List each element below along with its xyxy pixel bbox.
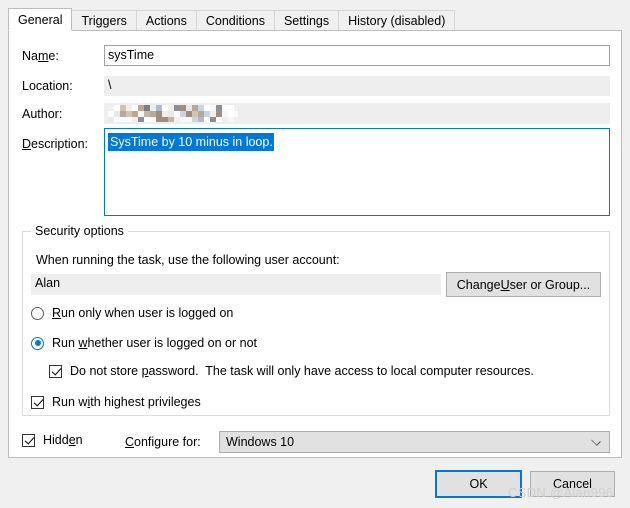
description-selected-text: SysTime by 10 minus in loop. [108,133,274,151]
general-tab-panel: Name: sysTime Location: \ Author: Descri… [8,30,622,458]
name-input-value: sysTime [108,48,155,62]
name-input[interactable]: sysTime [104,45,610,66]
account-prompt: When running the task, use the following… [36,253,340,267]
chevron-down-icon [591,436,601,446]
tab-conditions[interactable]: Conditions [195,10,275,31]
security-options-title: Security options [31,224,128,238]
tab-actions-label: Actions [145,14,187,28]
change-user-or-group-button[interactable]: Change User or Group... [446,272,601,297]
configure-for-value: Windows 10 [226,435,295,449]
location-label-text: Location: [22,79,73,93]
tab-actions[interactable]: Actions [135,10,197,31]
radio-indicator-logged-on [31,306,44,320]
tab-settings[interactable]: Settings [273,10,340,31]
tab-history-label: History (disabled) [348,14,446,28]
tab-strip: General Triggers Actions Conditions Sett… [0,8,630,31]
radio-indicator-whether-logged-on [31,336,44,350]
name-label: Name: [22,49,59,63]
author-label-text: Author: [22,107,63,121]
tab-triggers[interactable]: Triggers [71,10,137,31]
tab-conditions-label: Conditions [205,14,265,28]
tab-general-label: General [18,13,63,27]
checkbox-do-not-store-password[interactable]: Do not store password. The task will onl… [49,364,534,378]
checkbox-indicator-highest-privileges [31,395,44,409]
task-properties-dialog: General Triggers Actions Conditions Sett… [0,0,630,508]
tab-settings-label: Settings [283,14,330,28]
tab-triggers-label: Triggers [81,14,127,28]
checkbox-label-no-password: Do not store password. The task will onl… [70,364,534,378]
radio-label-logged-on: Run only when user is logged on [52,306,234,320]
location-label: Location: [22,79,73,93]
ok-button-label: OK [469,477,488,491]
tab-general[interactable]: General [8,8,73,31]
description-label: Description: [22,137,89,151]
checkbox-label-highest-privileges: Run with highest privileges [52,395,201,409]
radio-label-whether-logged-on: Run whether user is logged on or not [52,336,257,350]
cancel-button[interactable]: Cancel [530,471,615,497]
configure-for-dropdown[interactable]: Windows 10 [219,431,610,453]
radio-run-only-logged-on[interactable]: Run only when user is logged on [31,306,233,320]
radio-run-whether-logged-on[interactable]: Run whether user is logged on or not [31,336,257,350]
description-textarea[interactable]: SysTime by 10 minus in loop. [104,128,610,216]
checkbox-hidden[interactable]: Hidden [22,433,83,447]
location-value-text: \ [108,78,112,92]
checkbox-label-hidden: Hidden [43,433,83,447]
tab-history[interactable]: History (disabled) [338,10,456,31]
author-label: Author: [22,107,62,121]
configure-for-label: Configure for: [125,435,201,449]
location-value: \ [104,76,610,96]
author-redaction-mosaic [108,105,238,122]
user-account-value: Alan [31,274,441,295]
author-value [104,103,610,124]
user-account-value-text: Alan [35,276,61,290]
cancel-button-label: Cancel [553,477,592,491]
checkbox-indicator-no-password [49,364,62,378]
account-prompt-text: When running the task, use the following… [36,253,340,267]
security-options-title-text: Security options [35,224,124,238]
checkbox-run-highest-privileges[interactable]: Run with highest privileges [31,395,201,409]
checkbox-indicator-hidden [22,433,35,447]
ok-button[interactable]: OK [435,470,522,498]
